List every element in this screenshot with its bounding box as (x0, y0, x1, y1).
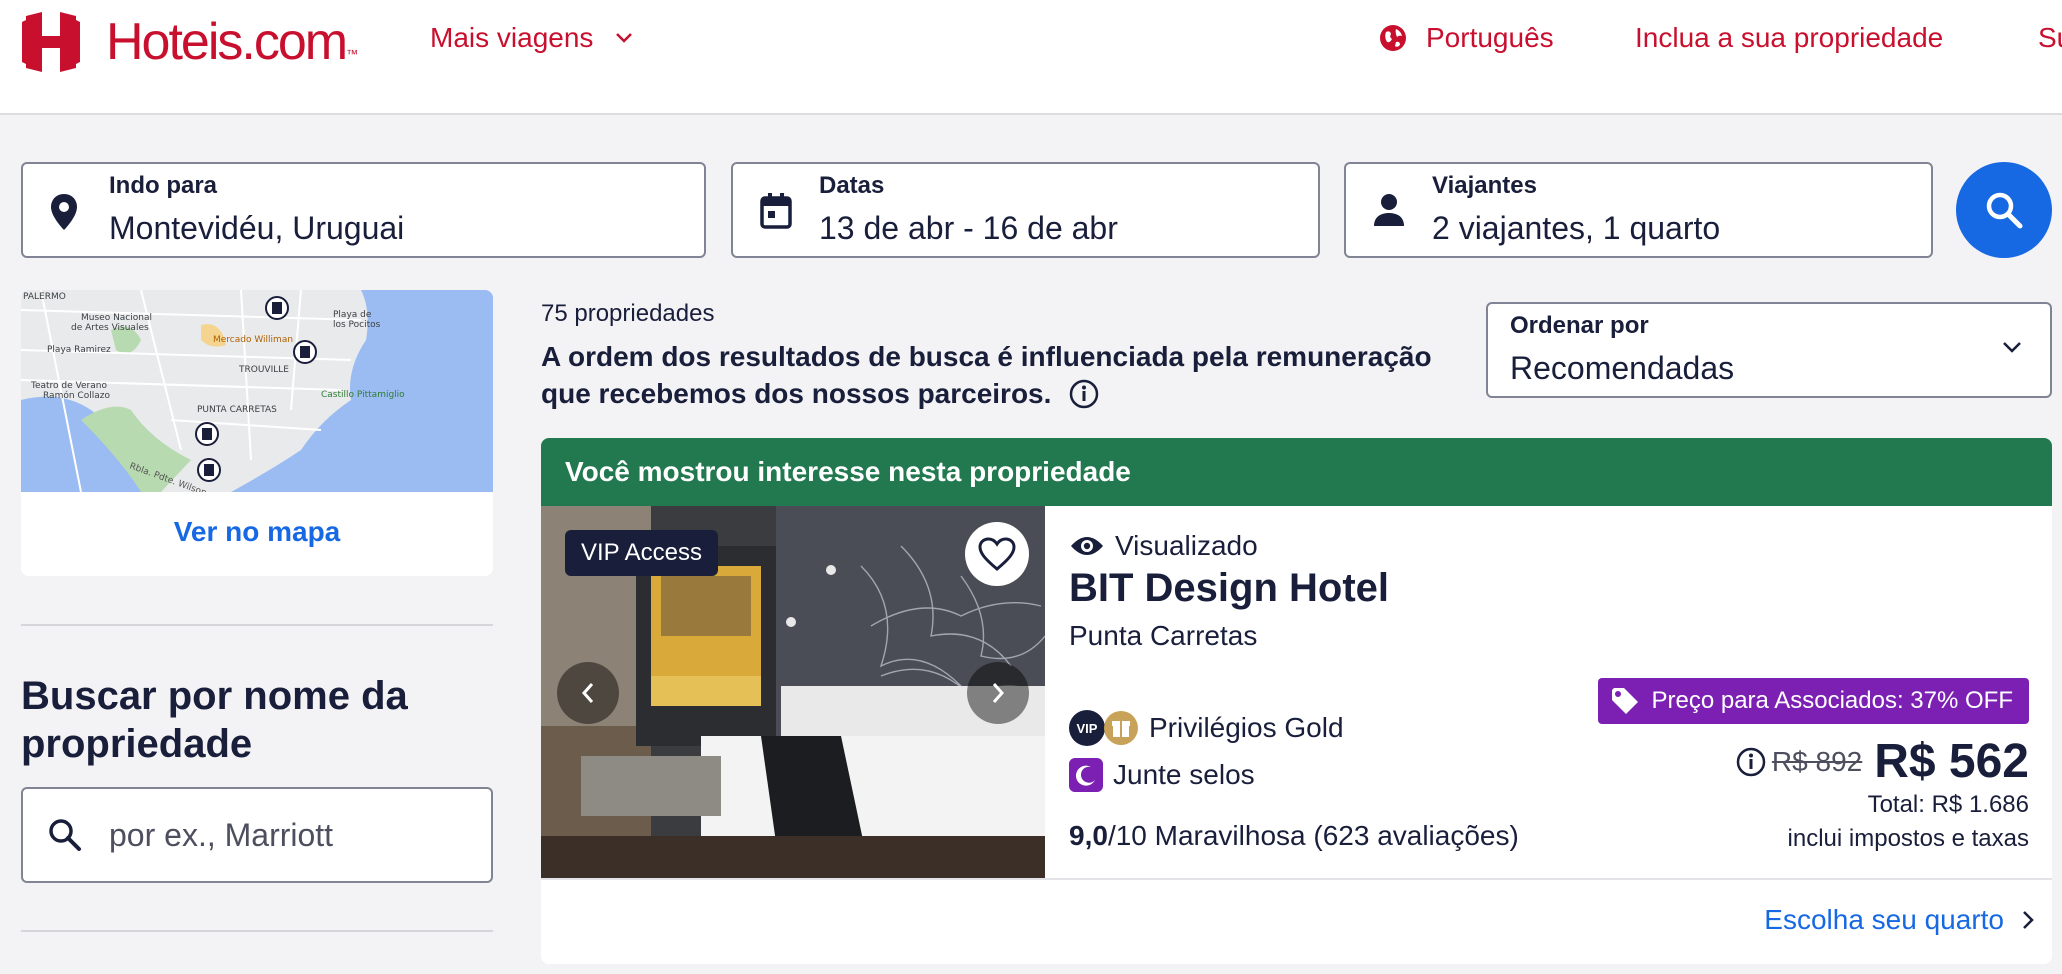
search-icon (49, 819, 81, 851)
info-icon[interactable] (1069, 379, 1099, 409)
brand-trademark: ™ (346, 47, 359, 61)
search-icon (1986, 192, 2023, 229)
chevron-right-icon (2023, 911, 2034, 929)
search-button[interactable] (1956, 162, 2052, 258)
info-icon[interactable] (1736, 747, 1766, 777)
svg-text:de Artes Visuales: de Artes Visuales (71, 323, 149, 333)
svg-text:Playa Ramirez: Playa Ramirez (47, 345, 111, 355)
rating-text: /10 Maravilhosa (623 avaliações) (1107, 820, 1519, 851)
chevron-left-icon (581, 683, 594, 703)
top-header: Hoteis.com ™ Mais viagens Português Incl… (0, 0, 2062, 115)
svg-text:Teatro de Verano: Teatro de Verano (30, 381, 107, 391)
svg-text:los Pocitos: los Pocitos (333, 320, 381, 330)
price-summary: Preço para Associados: 37% OFF R$ 892 R$… (1597, 678, 2029, 853)
member-price-tag: Preço para Associados: 37% OFF (1597, 678, 2029, 724)
member-tag-label: Preço para Associados: 37% OFF (1651, 687, 2014, 714)
hotel-name[interactable]: BIT Design Hotel (1069, 566, 1389, 611)
svg-text:PALERMO: PALERMO (23, 292, 66, 302)
property-name-input[interactable]: por ex., Marriott (21, 787, 493, 883)
taxes-note: inclui impostos e taxas (1787, 825, 2029, 852)
more-trips-menu[interactable]: Mais viagens (430, 22, 633, 54)
brand-name: Hoteis.com (106, 13, 348, 71)
original-price: R$ 892 (1771, 745, 1863, 777)
property-name-placeholder: por ex., Marriott (109, 817, 334, 853)
eye-icon (1071, 537, 1103, 555)
chevron-down-icon (2003, 342, 2021, 353)
heart-icon (978, 537, 1016, 571)
globe-icon (1380, 25, 1406, 51)
privileges-label: Privilégios Gold (1149, 712, 1344, 743)
support-link[interactable]: Su (2038, 22, 2062, 54)
price-row: R$ 892 R$ 562 (1598, 734, 2029, 789)
next-photo-button[interactable] (967, 662, 1029, 724)
destination-label: Indo para (109, 172, 218, 199)
favorite-button[interactable] (965, 522, 1029, 586)
viewed-indicator: Visualizado (1069, 530, 1258, 562)
choose-room-link[interactable]: Escolha seu quarto (1764, 904, 2034, 936)
viewed-label: Visualizado (1115, 530, 1258, 561)
sort-select[interactable]: Ordenar por Recomendadas (1486, 302, 2052, 398)
svg-text:Playa de: Playa de (333, 310, 372, 320)
calendar-icon (760, 193, 792, 229)
svg-text:Museo Nacional: Museo Nacional (81, 313, 152, 323)
gift-icon (1104, 711, 1138, 745)
person-icon (1374, 194, 1404, 226)
map-image[interactable]: PALERMO Museo Nacional de Artes Visuales… (21, 290, 493, 492)
map-pin-icon (51, 194, 77, 230)
view-on-map-link[interactable]: Ver no mapa (21, 516, 493, 548)
list-property-link[interactable]: Inclua a sua propriedade (1635, 22, 1943, 54)
travelers-value: 2 viajantes, 1 quarto (1432, 210, 1721, 246)
collect-stamps: Junte selos (1069, 758, 1255, 792)
language-selector[interactable]: Português (1378, 22, 1554, 54)
disclaimer-text: A ordem dos resultados de busca é influe… (541, 341, 1432, 409)
tag-icon (1611, 688, 1638, 714)
travelers-field[interactable]: Viajantes 2 viajantes, 1 quarto (1344, 162, 1933, 258)
card-divider (541, 878, 2052, 880)
property-details: Visualizado BIT Design Hotel Punta Carre… (1069, 506, 2029, 878)
hotel-neighborhood: Punta Carretas (1069, 620, 1258, 651)
dates-value: 13 de abr - 16 de abr (819, 210, 1118, 246)
svg-text:Castillo Pittamiglio: Castillo Pittamiglio (321, 390, 405, 400)
svg-text:Ramón Collazo: Ramón Collazo (43, 390, 110, 401)
svg-text:Mercado Williman: Mercado Williman (213, 335, 293, 345)
property-name-search-title: Buscar por nome da propriedade (21, 674, 408, 766)
chevron-right-icon (992, 683, 1005, 703)
property-photo[interactable]: VIP Access (541, 506, 1045, 878)
travelers-label: Viajantes (1432, 172, 1537, 199)
destination-field[interactable]: Indo para Montevidéu, Uruguai (21, 162, 706, 258)
hoteis-logo[interactable]: Hoteis.com ™ (20, 10, 358, 74)
hotels-logo-icon (22, 12, 80, 72)
moon-stamp-icon (1069, 758, 1103, 792)
language-label: Português (1426, 22, 1554, 53)
svg-text:TROUVILLE: TROUVILLE (238, 365, 289, 375)
more-trips-label: Mais viagens (430, 22, 594, 53)
ranking-disclaimer: A ordem dos resultados de busca é influe… (541, 338, 1481, 412)
dates-field[interactable]: Datas 13 de abr - 16 de abr (731, 162, 1320, 258)
previous-photo-button[interactable] (557, 662, 619, 724)
map-preview-card[interactable]: PALERMO Museo Nacional de Artes Visuales… (21, 290, 493, 576)
results-count: 75 propriedades (541, 300, 715, 327)
stamps-label: Junte selos (1113, 759, 1255, 790)
interest-banner: Você mostrou interesse nesta propriedade (541, 438, 2052, 506)
vip-mini-badge: VIP (1069, 710, 1105, 746)
current-price: R$ 562 (1874, 735, 2029, 788)
svg-text:PUNTA CARRETAS: PUNTA CARRETAS (197, 405, 277, 415)
choose-room-label: Escolha seu quarto (1764, 904, 2004, 935)
property-card[interactable]: Você mostrou interesse nesta propriedade (541, 438, 2052, 964)
sidebar-divider-bottom (21, 930, 493, 932)
destination-value: Montevidéu, Uruguai (109, 210, 405, 246)
total-price: Total: R$ 1.686 (1867, 791, 2029, 818)
chevron-down-icon (616, 33, 633, 43)
sidebar-divider (21, 624, 493, 626)
gold-privileges: VIP Privilégios Gold (1069, 710, 1344, 746)
dates-label: Datas (819, 172, 885, 199)
rating-score: 9,0 (1069, 820, 1108, 851)
guest-rating: 9,0/10 Maravilhosa (623 avaliações) (1069, 820, 1519, 852)
sort-value: Recomendadas (1510, 350, 1735, 386)
sort-label: Ordenar por (1510, 312, 1649, 339)
vip-access-badge: VIP Access (565, 530, 718, 576)
